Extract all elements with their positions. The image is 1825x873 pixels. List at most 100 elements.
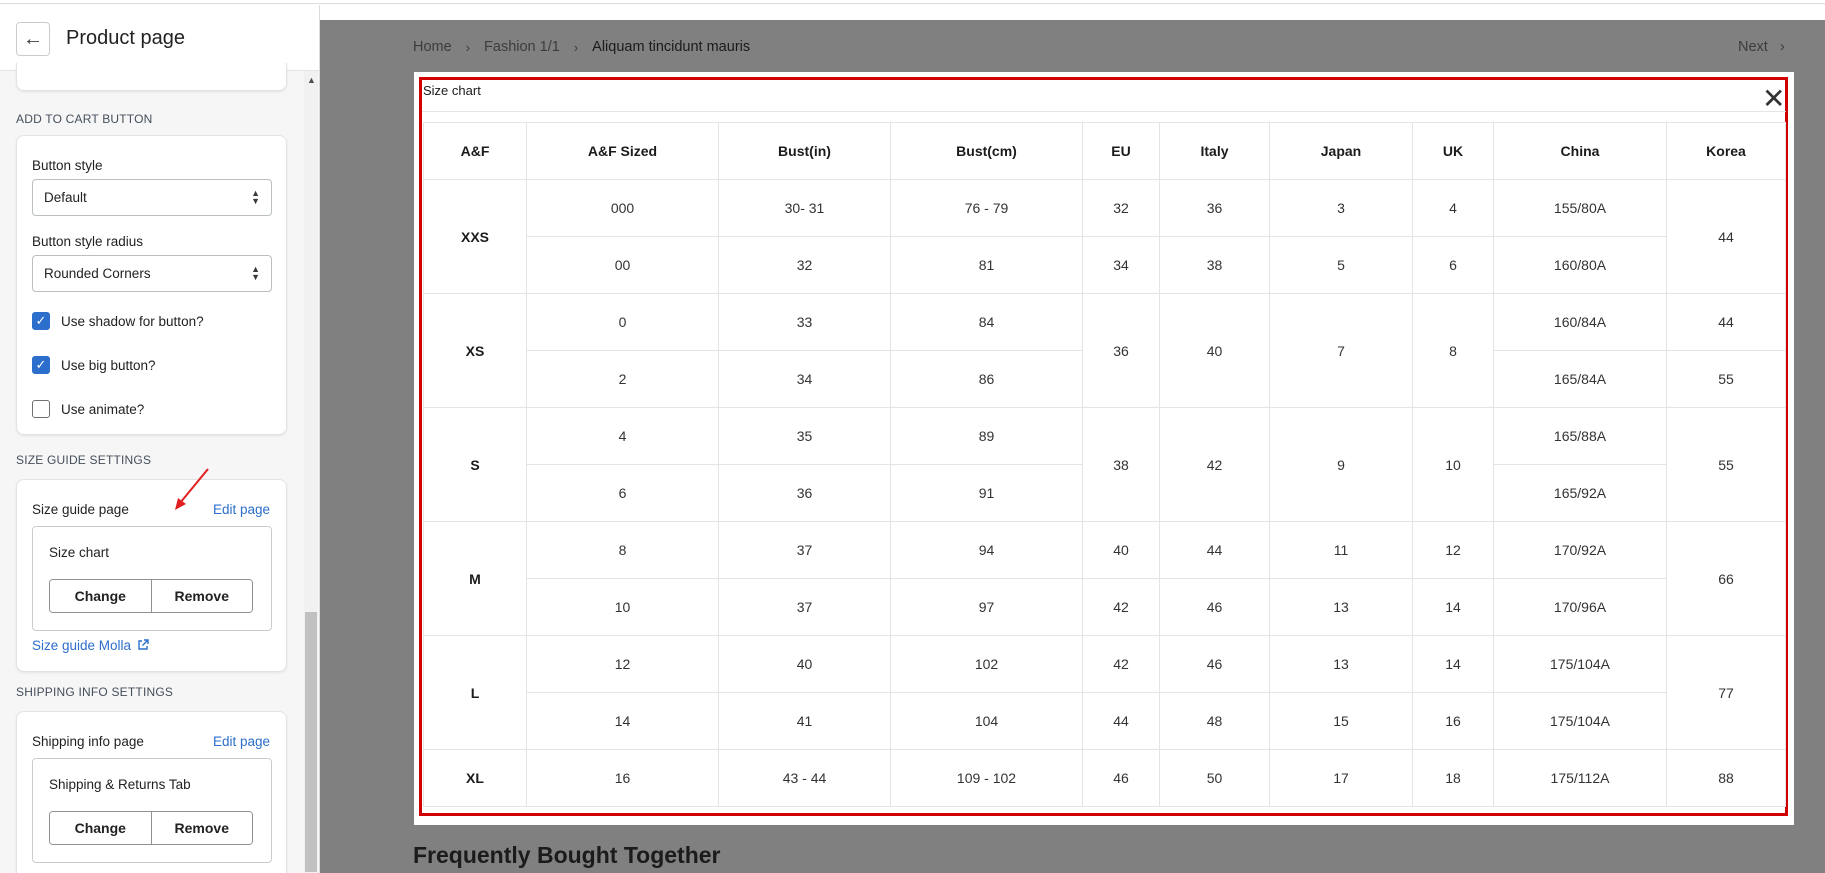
table-cell: 16 [526, 749, 719, 807]
table-cell: 42 [1159, 407, 1270, 522]
shipping-change-button[interactable]: Change [50, 812, 151, 844]
sidebar-header: ← Product page [0, 5, 319, 71]
table-row: M 8 37 94 40 44 11 12 170/92A 66 [423, 521, 1786, 636]
radius-select[interactable]: Rounded Corners ▲ ▼ [32, 255, 272, 292]
column-header: Korea [1666, 122, 1786, 180]
chevron-right-icon: › [573, 39, 579, 55]
table-cell: 18 [1412, 749, 1494, 807]
table-cell: 44 [1159, 521, 1270, 579]
frequently-bought-heading: Frequently Bought Together [413, 842, 721, 868]
table-cell: 55 [1666, 407, 1786, 522]
table-cell: 16 [1412, 692, 1494, 750]
table-row: 10 37 97 42 46 13 14 170/96A [424, 578, 1786, 636]
shipping-selected-page: Shipping & Returns Tab [49, 777, 191, 792]
table-cell: 36 [1159, 179, 1270, 237]
shipping-edit-link[interactable]: Edit page [213, 734, 270, 749]
column-header: A&F [423, 122, 527, 180]
size-guide-edit-link[interactable]: Edit page [213, 502, 270, 517]
top-strip [0, 0, 1825, 4]
scroll-up-icon[interactable]: ▲ [307, 75, 316, 85]
table-cell: XXS [423, 179, 527, 294]
table-cell: M [423, 521, 527, 636]
table-cell: 175/104A [1493, 635, 1667, 693]
table-row: XXS 000 30- 31 76 - 79 32 36 3 4 155/80A… [423, 179, 1786, 294]
button-style-select[interactable]: Default ▲ ▼ [32, 179, 272, 216]
checkmark-icon: ✓ [32, 312, 50, 330]
table-row: XS 0 33 84 36 40 7 8 160/84A 44 [423, 293, 1786, 408]
table-cell: 0 [526, 293, 719, 351]
table-cell: 3 [1269, 179, 1413, 237]
table-cell: 4 [526, 407, 719, 465]
size-guide-selected-page: Size chart [49, 545, 110, 560]
table-cell: 48 [1159, 692, 1270, 750]
table-cell: 109 - 102 [890, 749, 1083, 807]
add-to-cart-card: Button style Default ▲ ▼ Button style rad… [16, 135, 287, 435]
scrollbar-thumb[interactable] [305, 612, 317, 872]
table-cell: 91 [890, 464, 1083, 522]
table-cell: 14 [1412, 635, 1494, 693]
table-cell: 38 [1159, 236, 1270, 294]
table-cell: 00 [526, 236, 719, 294]
table-cell: L [423, 635, 527, 750]
table-cell: 30- 31 [718, 179, 891, 237]
table-cell: 88 [1666, 749, 1786, 807]
table-row: 00 32 81 34 38 5 6 160/80A [424, 236, 1786, 294]
next-label: Next [1738, 39, 1768, 55]
table-cell: 36 [718, 464, 891, 522]
table-cell: 2 [526, 350, 719, 408]
table-cell: 13 [1269, 635, 1413, 693]
table-cell: 38 [1082, 407, 1160, 522]
size-guide-external-link[interactable]: Size guide Molla [32, 638, 149, 653]
table-cell: 76 - 79 [890, 179, 1083, 237]
column-header: China [1493, 122, 1667, 180]
table-cell: 14 [1412, 578, 1494, 636]
breadcrumb-collection[interactable]: Fashion 1/1 [484, 39, 560, 55]
shadow-checkbox[interactable]: ✓ Use shadow for button? [32, 311, 204, 331]
table-cell: 9 [1269, 407, 1413, 522]
shipping-remove-button[interactable]: Remove [150, 812, 252, 844]
animate-checkbox-label: Use animate? [61, 401, 145, 417]
table-cell: 89 [890, 407, 1083, 465]
back-button[interactable]: ← [16, 22, 50, 56]
table-cell: XL [423, 749, 527, 807]
next-product-link[interactable]: Next › [1738, 39, 1785, 55]
animate-checkbox[interactable]: Use animate? [32, 399, 144, 419]
shipping-button-group: Change Remove [49, 811, 253, 845]
table-cell: 155/80A [1493, 179, 1667, 237]
table-cell: 36 [1082, 293, 1160, 408]
size-guide-change-button[interactable]: Change [50, 580, 151, 612]
unchecked-box-icon [32, 400, 50, 418]
settings-sidebar: ← Product page ADD TO CART BUTTON Button… [0, 5, 320, 873]
close-icon[interactable]: ✕ [1762, 85, 1785, 113]
table-cell: 12 [1412, 521, 1494, 579]
breadcrumb-home[interactable]: Home [413, 39, 452, 55]
size-guide-card: Size guide page Edit page Size chart Cha… [16, 479, 287, 672]
page-title: Product page [66, 27, 185, 49]
arrow-left-icon: ← [23, 27, 43, 50]
chevron-right-icon: › [1779, 39, 1785, 55]
table-cell: 175/112A [1493, 749, 1667, 807]
table-cell: 46 [1159, 635, 1270, 693]
table-cell: 81 [890, 236, 1083, 294]
select-arrows-icon: ▲ ▼ [251, 188, 260, 206]
table-row: 14 41 104 44 48 15 16 175/104A [424, 692, 1786, 750]
sidebar-scrollbar[interactable]: ▲ [304, 71, 318, 873]
table-cell: 13 [1269, 578, 1413, 636]
shipping-selected-box: Shipping & Returns Tab Change Remove [32, 758, 272, 863]
table-cell: 55 [1666, 350, 1786, 408]
table-cell: 000 [526, 179, 719, 237]
table-cell: 15 [1269, 692, 1413, 750]
table-cell: 66 [1666, 521, 1786, 636]
column-header: UK [1412, 122, 1494, 180]
big-button-checkbox[interactable]: ✓ Use big button? [32, 355, 156, 375]
table-cell: 40 [718, 635, 891, 693]
table-cell: 32 [1082, 179, 1160, 237]
table-cell: 77 [1666, 635, 1786, 750]
size-guide-page-label: Size guide page [32, 502, 129, 517]
table-cell: 175/104A [1493, 692, 1667, 750]
table-row: XL 16 43 - 44 109 - 102 46 50 17 18 175/… [423, 749, 1786, 807]
size-guide-remove-button[interactable]: Remove [150, 580, 252, 612]
table-cell: 44 [1666, 179, 1786, 294]
table-cell: 37 [718, 521, 891, 579]
table-cell: 42 [1082, 578, 1160, 636]
